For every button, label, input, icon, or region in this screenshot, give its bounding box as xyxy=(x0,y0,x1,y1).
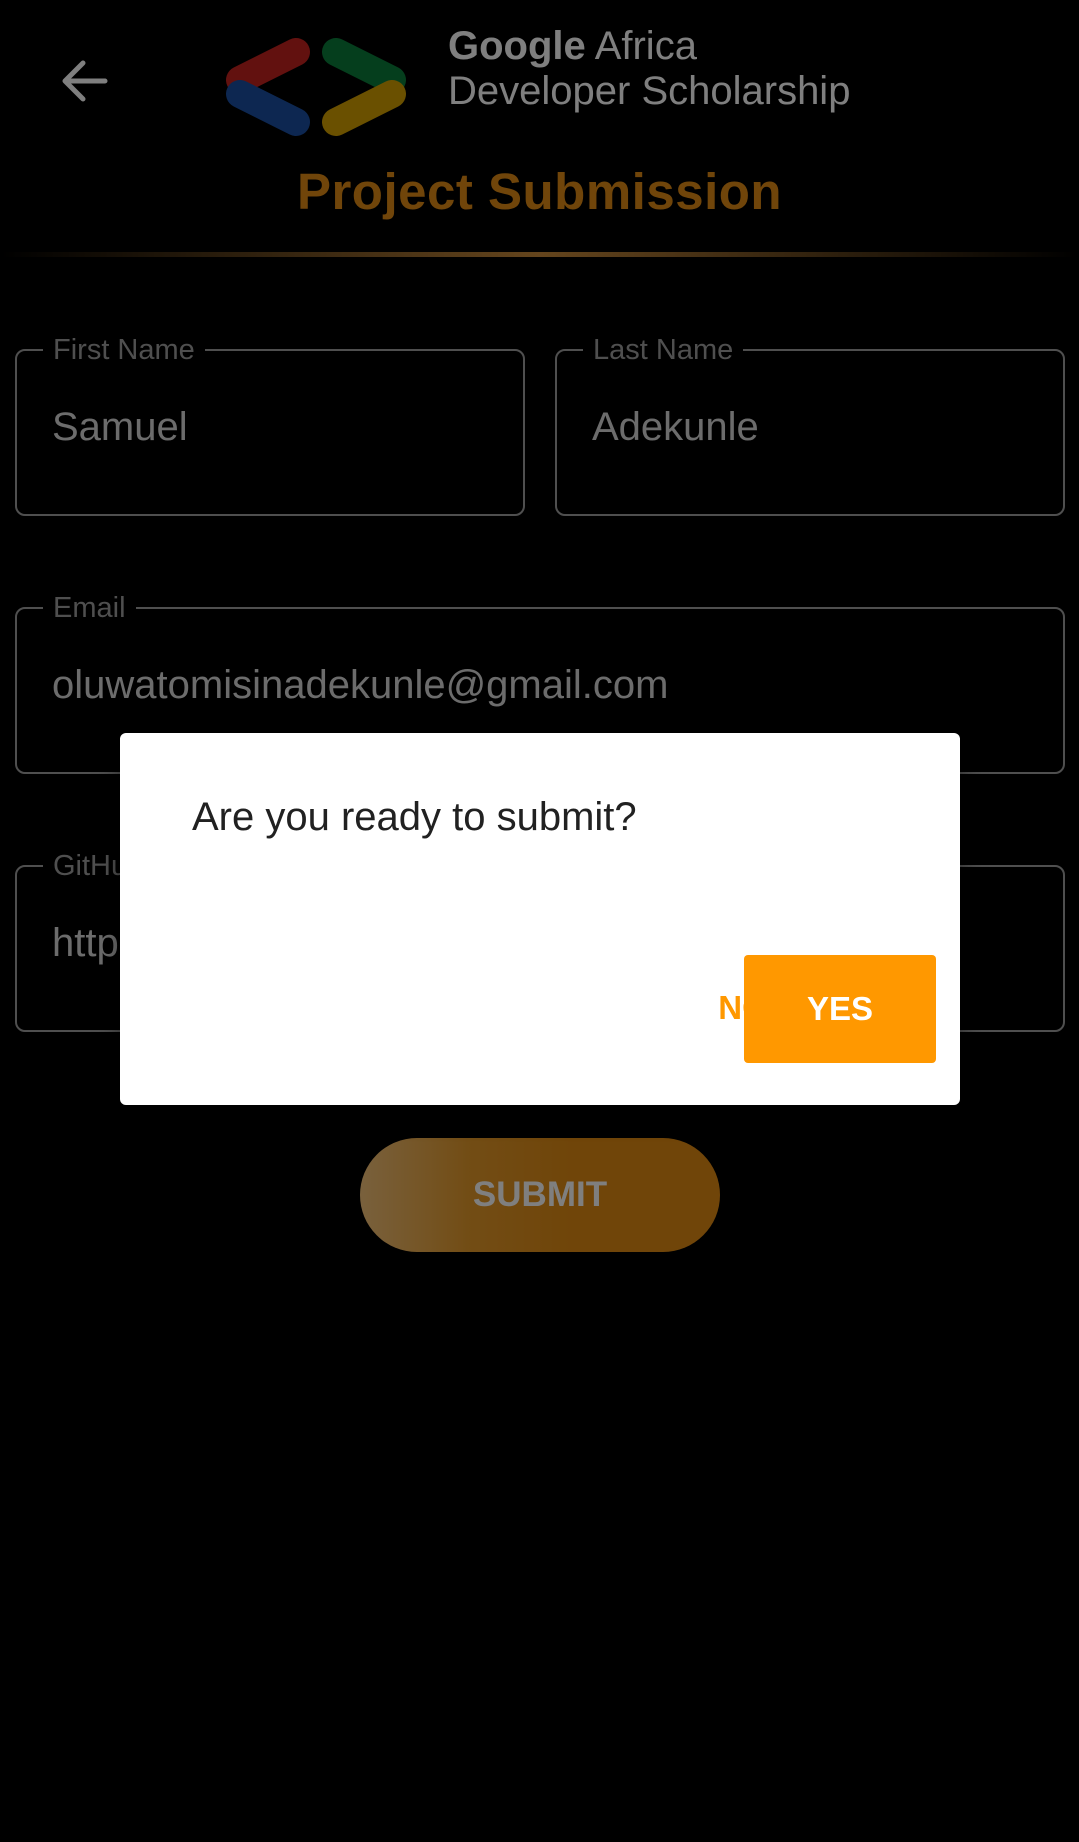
dialog-message: Are you ready to submit? xyxy=(192,795,637,839)
yes-button[interactable]: YES xyxy=(744,955,936,1063)
confirm-submit-dialog: Are you ready to submit? NO YES xyxy=(120,733,960,1105)
project-submission-screen: Google Africa Developer Scholarship Proj… xyxy=(0,0,1079,1842)
